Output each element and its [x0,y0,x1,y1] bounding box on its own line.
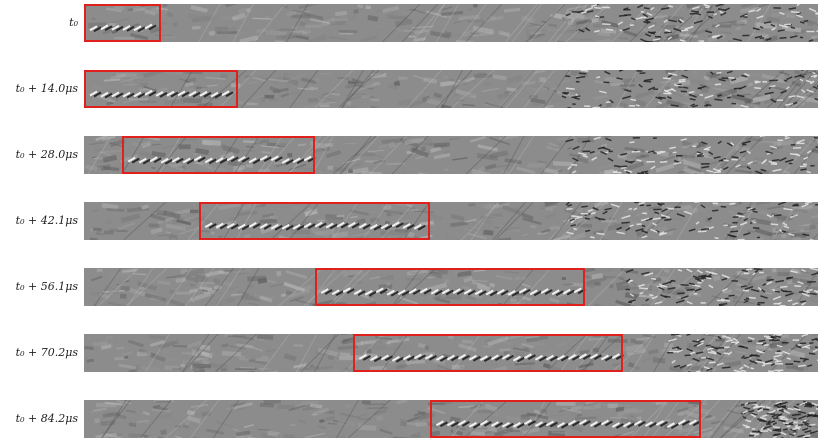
row-label: t₀ + 14.0μs [15,82,78,95]
roi-box [122,136,316,174]
roi-box [315,268,586,306]
row-label: t₀ + 56.1μs [15,280,78,293]
roi-box [84,70,239,108]
image-strip [84,202,818,240]
row-label: t₀ [69,16,78,29]
schlieren-texture [84,202,818,240]
roi-box [84,4,162,42]
row-label: t₀ + 28.0μs [15,148,78,161]
roi-box [199,202,431,240]
image-strip [84,4,818,42]
roi-box [430,400,701,438]
row-label: t₀ + 70.2μs [15,346,78,359]
schlieren-texture [84,4,818,42]
schlieren-figure: t₀ t₀ + 14.0μs t₀ + 28.0μs t₀ + 42.1μs t… [0,0,823,443]
row-label: t₀ + 84.2μs [15,412,78,425]
row-label: t₀ + 42.1μs [15,214,78,227]
roi-box [353,334,624,372]
